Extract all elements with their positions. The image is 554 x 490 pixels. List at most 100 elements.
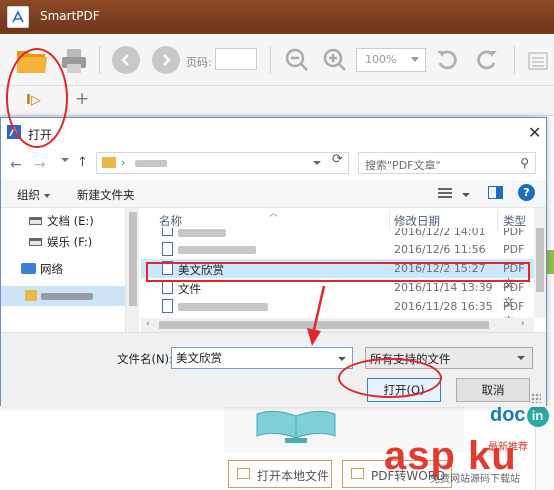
nav-back-button[interactable]: ← [10, 157, 22, 173]
sort-up-icon: ︿ [269, 209, 279, 219]
breadcrumb-separator-icon: › [121, 156, 126, 169]
drive-icon [29, 217, 42, 225]
docin-logo: doc in [490, 404, 549, 427]
pdf-file-icon [162, 299, 173, 313]
file-date: 2016/12/2 14:01 [394, 228, 486, 238]
page-label: 页码: [186, 56, 212, 69]
annotation-ellipse-folder [6, 48, 68, 148]
table-row[interactable]: 2016/11/28 16:35 PDF 文 [141, 297, 534, 328]
toolbar-separator [270, 46, 271, 74]
convert-icon [351, 468, 364, 479]
chevron-down-icon[interactable] [338, 357, 346, 361]
rotate-left-icon[interactable] [434, 47, 460, 73]
back-button[interactable] [112, 46, 140, 74]
forward-button[interactable] [152, 46, 180, 74]
pdf-file-icon [162, 280, 173, 294]
scroll-right-icon[interactable]: › [521, 319, 525, 329]
drive-icon [29, 238, 42, 246]
open-local-file-button[interactable]: 打开本地文件 [228, 460, 332, 488]
app-titlebar: SmartPDF [0, 0, 554, 34]
rotate-right-icon[interactable] [474, 47, 500, 73]
file-name-blurred [178, 229, 226, 237]
search-placeholder: 搜索"PDF文章" [365, 159, 441, 172]
file-name-blurred [178, 303, 268, 311]
zoom-out-icon[interactable] [284, 47, 310, 73]
search-icon: ⚲ [520, 156, 529, 170]
column-header-modified[interactable]: 修改日期 [394, 213, 440, 229]
forward-icon [163, 54, 171, 66]
preview-pane-icon[interactable] [488, 186, 503, 199]
navigation-pane: 文档 (E:) 娱乐 (F:) 网络 [1, 208, 139, 332]
file-name-blurred [178, 246, 256, 254]
watermark-subtext: 免费网站源码下载站 [430, 474, 520, 485]
filename-label: 文件名(N): [117, 352, 173, 366]
nav-item-drive-f[interactable]: 娱乐 (F:) [47, 234, 92, 250]
chevron-down-icon[interactable] [313, 161, 321, 165]
organize-menu[interactable]: 组织 [17, 187, 50, 203]
file-date: 2016/11/28 16:35 [394, 300, 493, 313]
close-icon[interactable]: ✕ [528, 123, 541, 142]
printer-icon[interactable] [60, 47, 88, 75]
column-header-type[interactable]: 类型 [503, 213, 526, 229]
column-divider [389, 210, 390, 230]
annotation-arrow [307, 285, 326, 346]
search-input[interactable]: 搜索"PDF文章" ⚲ [358, 152, 536, 174]
annotation-ellipse-open-button [338, 358, 442, 398]
file-list-horizontal-scrollbar[interactable]: ‹ › [141, 318, 534, 332]
file-date: 2016/12/6 11:56 [394, 243, 486, 256]
open-book-illustration [256, 410, 336, 443]
nav-item-label-blurred [41, 293, 93, 300]
main-toolbar [0, 34, 554, 86]
scroll-left-icon[interactable]: ‹ [146, 319, 150, 329]
smartpdf-logo-icon [7, 6, 29, 28]
menu-icon[interactable] [528, 52, 548, 70]
nav-pane-scrollbar[interactable] [125, 208, 139, 332]
filename-input[interactable] [172, 348, 332, 368]
dialog-bottom-area: 文件名(N): 所有支持的文件 打开(O) 取消 [1, 332, 546, 407]
network-icon [21, 263, 36, 274]
dialog-titlebar: 打开 ✕ [1, 118, 546, 148]
chevron-down-icon [517, 356, 525, 360]
help-icon[interactable]: ? [518, 184, 535, 201]
nav-item-drive-e[interactable]: 文档 (E:) [47, 213, 94, 229]
file-list-vertical-scrollbar[interactable] [534, 208, 546, 318]
tab-bar: I▷ + [0, 86, 554, 116]
up-folder-button[interactable]: ↑ [77, 155, 88, 170]
toolbar-separator [99, 46, 100, 74]
toolbar-separator [514, 46, 515, 74]
chevron-down-icon [44, 193, 50, 198]
chevron-down-icon [411, 57, 419, 62]
table-row[interactable]: 2016/12/6 11:56 PDF 文 [141, 240, 534, 271]
nav-item-selected-folder[interactable] [1, 286, 125, 306]
folder-icon [237, 468, 250, 479]
cancel-button[interactable]: 取消 [456, 378, 530, 402]
refresh-icon[interactable]: ⟳ [332, 152, 343, 167]
command-bar: 组织 新建文件夹 ? [1, 180, 546, 208]
file-name: 文件 [178, 282, 201, 296]
recent-locations-dropdown[interactable] [61, 158, 69, 162]
zoom-in-icon[interactable] [322, 47, 348, 73]
back-icon [121, 54, 129, 66]
page-number-input[interactable] [215, 48, 257, 70]
app-title: SmartPDF [40, 9, 100, 23]
filename-field[interactable] [171, 347, 353, 369]
nav-forward-button[interactable]: → [34, 157, 46, 173]
resize-grip[interactable] [531, 393, 541, 403]
pdf-file-icon [162, 228, 173, 236]
add-tab-button[interactable]: + [75, 89, 89, 109]
zoom-value: 100% [365, 53, 397, 66]
annotation-rect-selected-file [146, 262, 530, 282]
new-folder-button[interactable]: 新建文件夹 [77, 187, 135, 203]
column-header-name[interactable]: 名称 [159, 213, 182, 229]
folder-icon [102, 157, 116, 168]
view-options-icon[interactable] [438, 188, 452, 200]
nav-item-network[interactable]: 网络 [40, 261, 63, 277]
zoom-select[interactable]: 100% [356, 48, 426, 72]
address-bar[interactable]: › [96, 152, 349, 174]
chevron-down-icon[interactable] [462, 193, 470, 197]
file-date: 2016/11/14 13:39 [394, 281, 493, 294]
breadcrumb-path[interactable] [135, 160, 167, 167]
file-type: PDF 文 [503, 228, 525, 238]
table-row[interactable]: 2016/12/2 14:01 PDF 文 [141, 228, 534, 238]
folder-icon [25, 290, 37, 301]
